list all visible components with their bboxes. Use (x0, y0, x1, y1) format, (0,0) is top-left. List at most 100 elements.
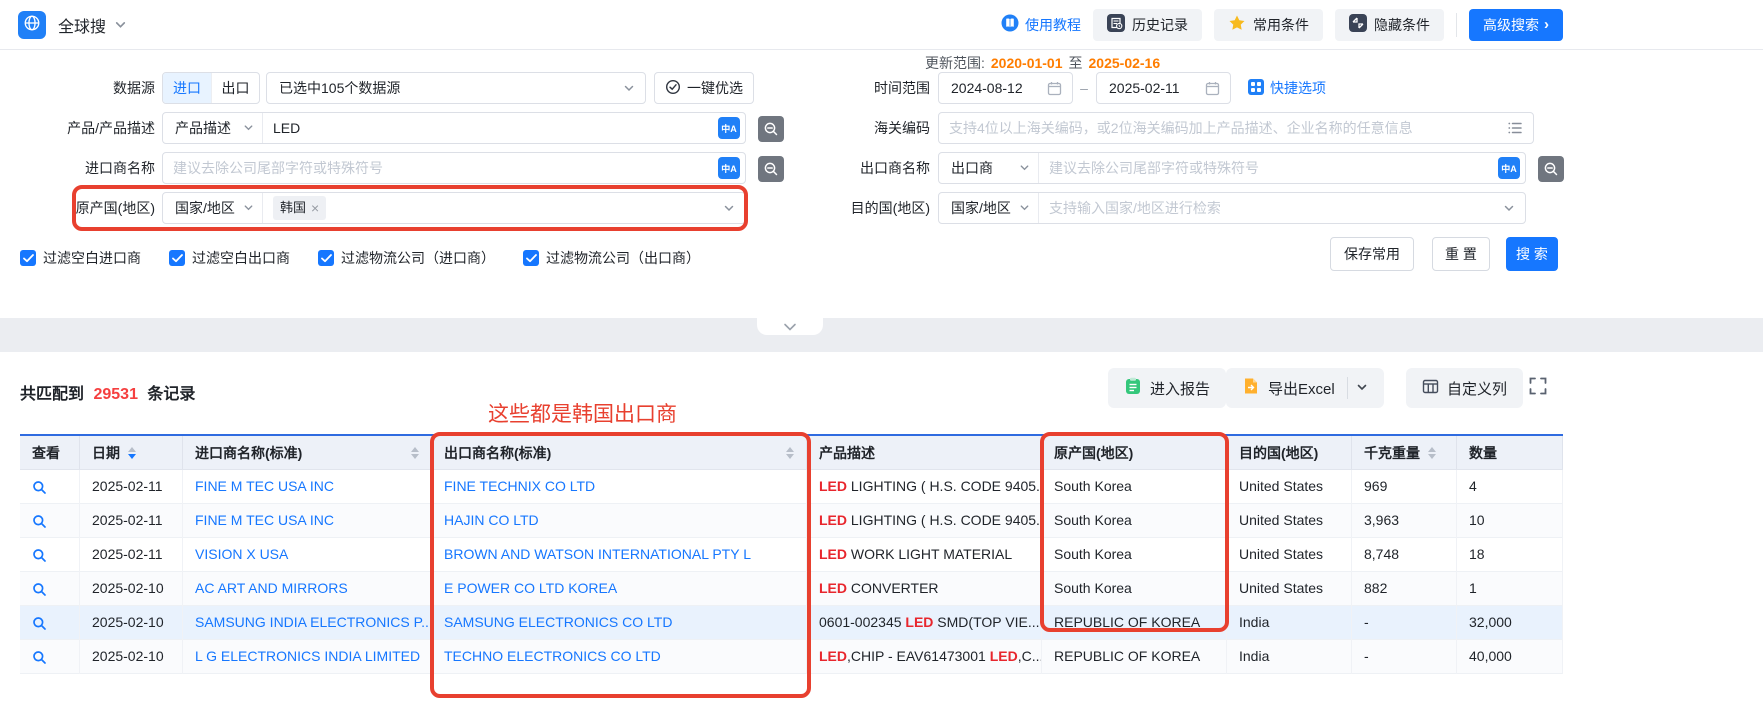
product-type-select[interactable]: 产品描述 (163, 113, 263, 143)
advanced-search-button[interactable]: 高级搜索 › (1469, 9, 1563, 41)
collapse-form-button[interactable] (757, 318, 823, 335)
cell-exporter: E POWER CO LTD KOREA (432, 572, 807, 606)
sort-icons[interactable] (1428, 447, 1436, 459)
fullscreen-button[interactable] (1528, 376, 1548, 399)
magnifier-icon (32, 614, 47, 630)
column-label: 查看 (32, 443, 60, 463)
sort-icons[interactable] (128, 447, 136, 459)
translate-icon[interactable]: 中A (718, 117, 740, 139)
translate-icon[interactable]: 中A (1498, 157, 1520, 179)
history-icon (1107, 14, 1125, 35)
customize-columns-button[interactable]: 自定义列 (1406, 368, 1523, 408)
list-icon[interactable] (1507, 120, 1523, 136)
cell-weight-kg: 8,748 (1352, 538, 1457, 572)
data-source-select[interactable]: 已选中105个数据源 (266, 72, 646, 104)
cell-product: LED LIGHTING ( H.S. CODE 9405... (807, 470, 1042, 504)
one-click-optimize-button[interactable]: 一键优选 (654, 72, 754, 104)
filter-checkbox-1[interactable]: 过滤空白出口商 (169, 248, 290, 268)
hide-conditions-button[interactable]: 隐藏条件 (1335, 9, 1444, 41)
search-button[interactable]: 搜 索 (1506, 237, 1558, 271)
date-separator: – (1076, 72, 1092, 104)
save-favorite-button[interactable]: 保存常用 (1330, 237, 1414, 271)
column-label: 日期 (92, 443, 120, 463)
column-header-product: 产品描述 (807, 436, 1042, 469)
enter-report-button[interactable]: 进入报告 (1108, 368, 1226, 408)
translate-icon[interactable]: 中A (718, 157, 740, 179)
quick-options-link[interactable]: 快捷选项 (1248, 72, 1326, 104)
cell-origin-country: South Korea (1042, 470, 1227, 504)
view-record-button[interactable] (20, 504, 80, 538)
close-icon[interactable]: × (311, 196, 319, 220)
export-excel-button[interactable]: 导出Excel (1226, 368, 1384, 408)
start-date-input[interactable]: 2024-08-12 (938, 72, 1073, 104)
cell-origin-country: South Korea (1042, 538, 1227, 572)
exporter-link[interactable]: HAJIN CO LTD (444, 512, 539, 528)
importer-link[interactable]: FINE M TEC USA INC (195, 512, 334, 528)
origin-type-select[interactable]: 国家/地区 (163, 193, 263, 223)
exporter-link[interactable]: TECHNO ELECTRONICS CO LTD (444, 648, 661, 664)
view-record-button[interactable] (20, 538, 80, 572)
view-record-button[interactable] (20, 470, 80, 504)
product-keyword: LED (819, 648, 847, 664)
reset-button[interactable]: 重 置 (1432, 237, 1490, 271)
tutorial-link[interactable]: 使用教程 (1001, 14, 1081, 35)
magnifier-icon (32, 648, 47, 664)
product-input[interactable] (263, 120, 718, 136)
filter-checkbox-3[interactable]: 过滤物流公司（出口商） (523, 248, 700, 268)
cell-weight-kg: 882 (1352, 572, 1457, 606)
sort-icons[interactable] (411, 447, 419, 459)
cell-date: 2025-02-11 (80, 470, 183, 504)
tab-export[interactable]: 出口 (211, 73, 259, 103)
cell-origin-country: REPUBLIC OF KOREA (1042, 606, 1227, 640)
end-date-value: 2025-02-11 (1097, 80, 1192, 96)
exclude-search-icon[interactable] (758, 116, 784, 142)
red-annotation-text: 这些都是韩国出口商 (488, 398, 677, 428)
exporter-input[interactable] (1039, 160, 1498, 176)
importer-input[interactable] (163, 160, 718, 176)
filter-checkbox-0[interactable]: 过滤空白进口商 (20, 248, 141, 268)
importer-link[interactable]: SAMSUNG INDIA ELECTRONICS P... (195, 614, 432, 630)
destination-input[interactable] (1039, 200, 1503, 216)
view-record-button[interactable] (20, 572, 80, 606)
column-header-date[interactable]: 日期 (80, 436, 183, 469)
tab-import[interactable]: 进口 (163, 73, 211, 103)
hs-code-input[interactable] (939, 120, 1507, 136)
start-date-value: 2024-08-12 (939, 80, 1035, 96)
exporter-link[interactable]: FINE TECHNIX CO LTD (444, 478, 595, 494)
cell-quantity: 4 (1457, 470, 1563, 504)
time-range-label: 时间范围 (830, 72, 930, 104)
exporter-type-value: 出口商 (951, 158, 1011, 178)
exclude-search-icon[interactable] (1538, 156, 1564, 182)
cell-destination-country: United States (1227, 572, 1352, 606)
destination-type-select[interactable]: 国家/地区 (939, 193, 1039, 223)
importer-link[interactable]: VISION X USA (195, 546, 288, 562)
favorites-button[interactable]: 常用条件 (1214, 9, 1323, 41)
history-button[interactable]: 历史记录 (1093, 9, 1202, 41)
country-tag[interactable]: 韩国 × (273, 196, 326, 220)
chevron-down-icon (1503, 202, 1515, 214)
exporter-link[interactable]: E POWER CO LTD KOREA (444, 580, 617, 596)
view-record-button[interactable] (20, 640, 80, 674)
exporter-link[interactable]: BROWN AND WATSON INTERNATIONAL PTY L (444, 546, 751, 562)
column-header-exporter[interactable]: 出口商名称(标准) (432, 436, 807, 469)
importer-link[interactable]: L G ELECTRONICS INDIA LIMITED (195, 648, 420, 664)
chevron-down-icon[interactable] (1356, 380, 1368, 397)
table-row: 2025-02-10L G ELECTRONICS INDIA LIMITEDT… (20, 640, 1563, 674)
column-header-importer[interactable]: 进口商名称(标准) (183, 436, 432, 469)
importer-link[interactable]: AC ART AND MIRRORS (195, 580, 348, 596)
sort-icons[interactable] (786, 447, 794, 459)
column-header-weight[interactable]: 千克重量 (1352, 436, 1457, 469)
exporter-link[interactable]: SAMSUNG ELECTRONICS CO LTD (444, 614, 672, 630)
end-date-input[interactable]: 2025-02-11 (1096, 72, 1231, 104)
importer-link[interactable]: FINE M TEC USA INC (195, 478, 334, 494)
app-logo[interactable] (18, 11, 46, 39)
chevron-down-icon[interactable] (114, 18, 127, 31)
count-suffix: 条记录 (147, 386, 195, 403)
filter-checkbox-2[interactable]: 过滤物流公司（进口商） (318, 248, 495, 268)
checkbox-checked-icon (20, 250, 36, 266)
exporter-type-select[interactable]: 出口商 (939, 153, 1039, 183)
product-keyword: LED (819, 546, 847, 562)
view-record-button[interactable] (20, 606, 80, 640)
table-row: 2025-02-11 FINE M TEC USA INC FINE TECHNIX… (20, 470, 1563, 504)
exclude-search-icon[interactable] (758, 156, 784, 182)
